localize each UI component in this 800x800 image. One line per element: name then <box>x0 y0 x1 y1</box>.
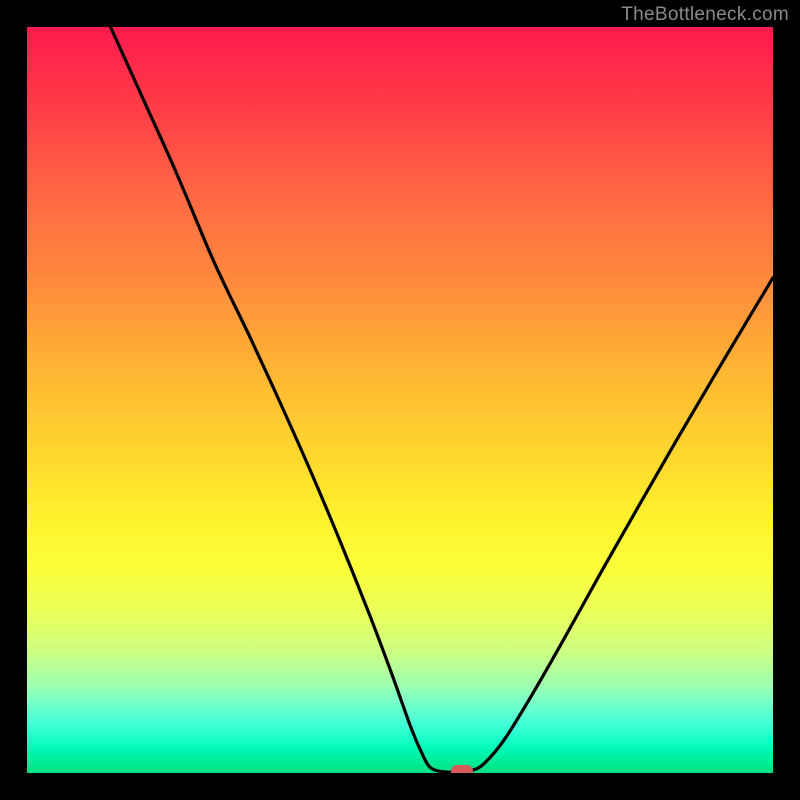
bottleneck-curve <box>27 27 773 773</box>
watermark-text: TheBottleneck.com <box>621 4 789 26</box>
plot-area <box>27 27 773 773</box>
optimal-point-marker <box>451 765 473 773</box>
chart-frame: TheBottleneck.com <box>0 0 800 800</box>
